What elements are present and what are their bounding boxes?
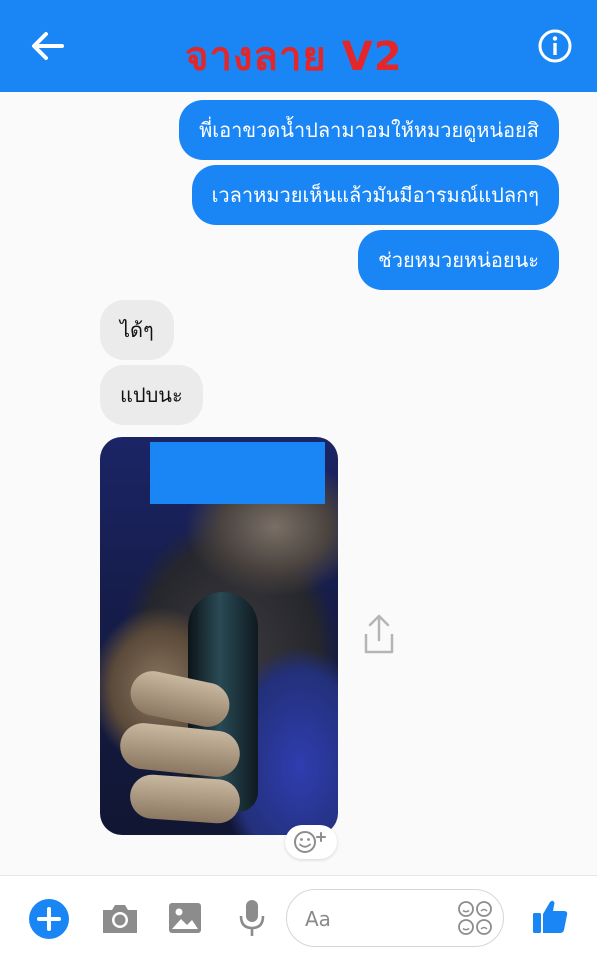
microphone-icon: [239, 900, 265, 936]
back-button[interactable]: [26, 24, 70, 68]
outgoing-message[interactable]: พี่เอาขวดน้ำปลามาอมให้หมวยดูหน่อยสิ: [179, 100, 559, 160]
info-icon: [538, 29, 572, 63]
outgoing-message[interactable]: เวลาหมวยเห็นแล้วมันมีอารมณ์แปลกๆ: [191, 165, 559, 225]
censor-block: [150, 442, 325, 504]
add-reaction-button[interactable]: [285, 825, 337, 859]
image-icon: [169, 903, 201, 933]
voice-button[interactable]: [238, 898, 266, 942]
outgoing-message[interactable]: ช่วยหมวยหน่อยนะ: [358, 230, 559, 290]
share-button[interactable]: [360, 612, 398, 656]
gallery-button[interactable]: [167, 900, 203, 940]
message-input-container[interactable]: [286, 889, 504, 947]
emoji-button[interactable]: [457, 900, 493, 940]
arrow-left-icon: [32, 32, 64, 60]
more-actions-button[interactable]: [28, 898, 70, 944]
camera-button[interactable]: [100, 900, 140, 940]
incoming-message[interactable]: แปบนะ: [100, 365, 203, 425]
like-button[interactable]: [530, 896, 570, 940]
conversation-title: จางลาย V2: [185, 34, 403, 80]
message-list[interactable]: พี่เอาขวดน้ำปลามาอมให้หมวยดูหน่อยสิ เวลา…: [0, 92, 597, 875]
info-button[interactable]: [535, 26, 575, 66]
top-bar: จางลาย V2: [0, 0, 597, 92]
composer-bar: [0, 875, 597, 961]
add-reaction-icon: [294, 831, 326, 853]
photo-content: [128, 773, 242, 825]
share-icon: [364, 614, 394, 654]
incoming-message[interactable]: ได้ๆ: [100, 300, 174, 360]
camera-icon: [103, 905, 137, 933]
message-input[interactable]: [303, 900, 457, 938]
plus-icon: [29, 899, 69, 939]
thumbs-up-icon: [533, 900, 568, 933]
photo-message[interactable]: [100, 437, 338, 835]
emoji-icon: [458, 901, 492, 935]
